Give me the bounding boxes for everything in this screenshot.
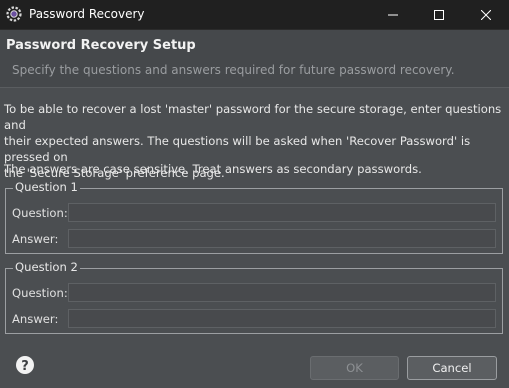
question-1-input[interactable] [68, 203, 496, 222]
question-1-label: Question: [12, 206, 68, 220]
header-banner: Password Recovery Setup Specify the ques… [0, 30, 509, 88]
title-bar: Password Recovery [0, 0, 509, 30]
answer-1-label: Answer: [12, 232, 59, 246]
banner-title: Password Recovery Setup [6, 38, 196, 53]
close-button[interactable] [463, 0, 509, 29]
question-2-group: Question 2 Question: Answer: [5, 260, 503, 334]
case-sensitive-note: The answers are case sensitive. Treat an… [4, 162, 422, 176]
answer-2-label: Answer: [12, 312, 59, 326]
app-icon [6, 6, 22, 22]
window-title: Password Recovery [29, 7, 145, 21]
question-2-input[interactable] [68, 283, 496, 302]
intro-line-2: their expected answers. The questions wi… [4, 134, 471, 164]
maximize-icon [434, 9, 444, 20]
minimize-icon [388, 14, 398, 15]
answer-1-input[interactable] [68, 229, 496, 248]
question-1-legend: Question 1 [13, 180, 80, 194]
question-2-label: Question: [12, 286, 68, 300]
ok-button[interactable]: OK [310, 356, 399, 380]
password-recovery-dialog: Password Recovery Password Recovery Setu… [0, 0, 509, 388]
svg-text:?: ? [21, 359, 29, 374]
banner-subtitle: Specify the questions and answers requir… [12, 63, 455, 77]
intro-line-1: To be able to recover a lost 'master' pa… [4, 102, 502, 132]
question-1-group: Question 1 Question: Answer: [5, 180, 503, 254]
close-icon [481, 9, 491, 20]
question-2-legend: Question 2 [13, 260, 80, 274]
cancel-button[interactable]: Cancel [407, 356, 497, 380]
minimize-button[interactable] [370, 0, 416, 29]
maximize-button[interactable] [416, 0, 462, 29]
help-icon[interactable]: ? [15, 355, 35, 375]
answer-2-input[interactable] [68, 309, 496, 328]
